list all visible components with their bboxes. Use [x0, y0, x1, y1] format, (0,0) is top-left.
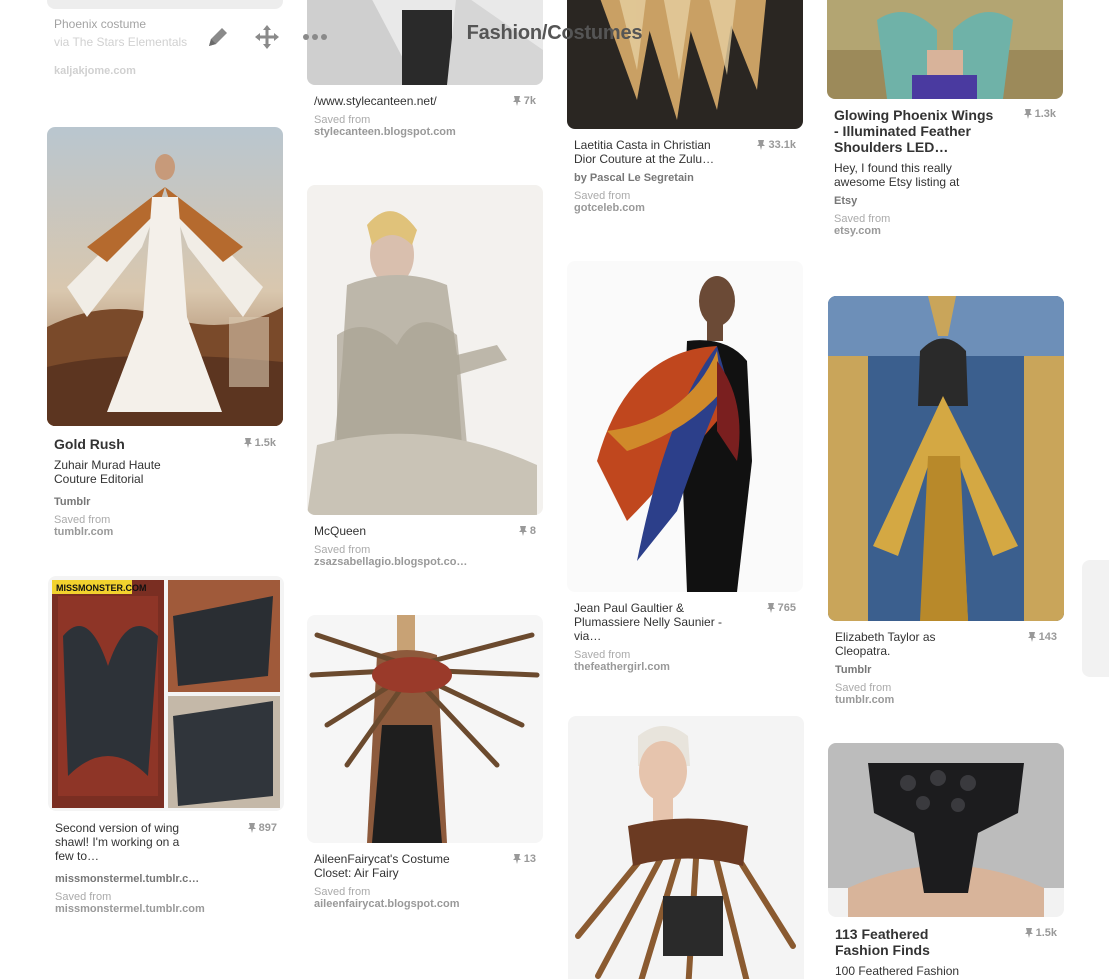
- scroll-edge-panel: [1082, 560, 1109, 677]
- pin-image[interactable]: [828, 296, 1064, 621]
- pin-source[interactable]: etsy.com: [834, 225, 994, 237]
- saved-from-label: Saved from: [574, 649, 631, 661]
- pin-description: 100 Feathered Fashion: [835, 964, 960, 978]
- pin-icon: [1027, 632, 1036, 642]
- pin-icon: [757, 140, 766, 150]
- pin-title: Elizabeth Taylor as Cleopatra.: [835, 630, 936, 658]
- pin-icon: [512, 96, 521, 106]
- pin-source[interactable]: tumblr.com: [835, 694, 995, 706]
- pin-description: via The Stars Elementals: [54, 35, 188, 49]
- pin-title: McQueen: [314, 524, 367, 538]
- pin-attribution[interactable]: Tumblr: [54, 496, 278, 508]
- pin-attribution[interactable]: Tumblr: [835, 664, 1059, 676]
- pin-image[interactable]: [827, 0, 1063, 99]
- pin-description: Zuhair Murad Haute Couture Editorial: [54, 458, 161, 486]
- pin-attribution[interactable]: Etsy: [834, 195, 1058, 207]
- pin-title: /www.stylecanteen.net/: [314, 94, 437, 108]
- saved-from-label: Saved from: [314, 544, 371, 556]
- pin-image[interactable]: [307, 185, 543, 515]
- pin-image[interactable]: [47, 127, 283, 426]
- pin-source[interactable]: kaljakjome.com: [54, 65, 214, 77]
- repin-count: 765: [766, 602, 796, 614]
- pin-image[interactable]: [307, 615, 543, 843]
- saved-from-label: Saved from: [314, 886, 371, 898]
- saved-from-label: Saved from: [834, 213, 891, 225]
- pin-title: Glowing Phoenix Wings - Illuminated Feat…: [834, 107, 994, 155]
- more-icon[interactable]: [300, 22, 330, 52]
- pin-source[interactable]: missmonstermel.tumblr.com: [55, 903, 275, 915]
- pin-icon: [512, 854, 521, 864]
- pin-title: Phoenix costume: [54, 17, 147, 31]
- edit-icon[interactable]: [203, 22, 233, 52]
- pin-title: Second version of wing shawl! I'm workin…: [55, 821, 180, 863]
- saved-from-label: Saved from: [55, 891, 112, 903]
- pin-attribution[interactable]: missmonstermel.tumblr.c…: [55, 873, 205, 885]
- pin-image[interactable]: [567, 0, 803, 129]
- pin-image[interactable]: [307, 0, 543, 85]
- pin-source[interactable]: stylecanteen.blogspot.com: [314, 126, 474, 138]
- pin-source[interactable]: tumblr.com: [54, 526, 214, 538]
- pin-icon: [1023, 109, 1032, 119]
- pin-icon: [243, 438, 252, 448]
- pin-source[interactable]: zsazsabellagio.blogspot.co…: [314, 556, 474, 568]
- saved-from-label: Saved from: [54, 514, 111, 526]
- repin-count: 1.5k: [243, 437, 276, 449]
- pin-source[interactable]: gotceleb.com: [574, 202, 734, 214]
- pin-image[interactable]: [567, 261, 803, 592]
- pin-attribution[interactable]: by Pascal Le Segretain: [574, 172, 798, 184]
- pin-image[interactable]: [47, 0, 283, 9]
- pin-icon: [766, 603, 775, 613]
- pin-image[interactable]: [828, 743, 1064, 917]
- pin-image[interactable]: [568, 716, 804, 979]
- repin-count: 1.5k: [1024, 927, 1057, 939]
- saved-from-label: Saved from: [314, 114, 371, 126]
- pin-title: Laetitia Casta in Christian Dior Couture…: [574, 138, 715, 166]
- repin-count: 13: [512, 853, 536, 865]
- saved-from-label: Saved from: [574, 190, 631, 202]
- pin-title: 113 Feathered Fashion Finds: [835, 926, 930, 958]
- repin-count: 1.3k: [1023, 108, 1056, 120]
- pin-description: Hey, I found this really awesome Etsy li…: [834, 161, 960, 189]
- pin-card[interactable]: Phoenix costume via The Stars Elementals…: [47, 0, 283, 80]
- watermark-badge: MISSMONSTER.COM: [56, 583, 147, 593]
- pin-title: AileenFairycat's Costume Closet: Air Fai…: [314, 852, 450, 880]
- pin-icon: [247, 823, 256, 833]
- pin-source[interactable]: aileenfairycat.blogspot.com: [314, 898, 474, 910]
- repin-count: 8: [518, 525, 536, 537]
- pin-icon: [518, 526, 527, 536]
- repin-count: 7k: [512, 95, 536, 107]
- repin-count: 897: [247, 822, 277, 834]
- pin-icon: [1024, 928, 1033, 938]
- move-icon[interactable]: [252, 22, 282, 52]
- repin-count: 33.1k: [757, 139, 796, 151]
- saved-from-label: Saved from: [835, 682, 892, 694]
- pin-image[interactable]: MISSMONSTER.COM: [48, 576, 284, 811]
- pin-title: Gold Rush: [54, 436, 125, 452]
- pin-title: Jean Paul Gaultier & Plumassiere Nelly S…: [574, 601, 723, 643]
- pin-source[interactable]: thefeathergirl.com: [574, 661, 734, 673]
- repin-count: 143: [1027, 631, 1057, 643]
